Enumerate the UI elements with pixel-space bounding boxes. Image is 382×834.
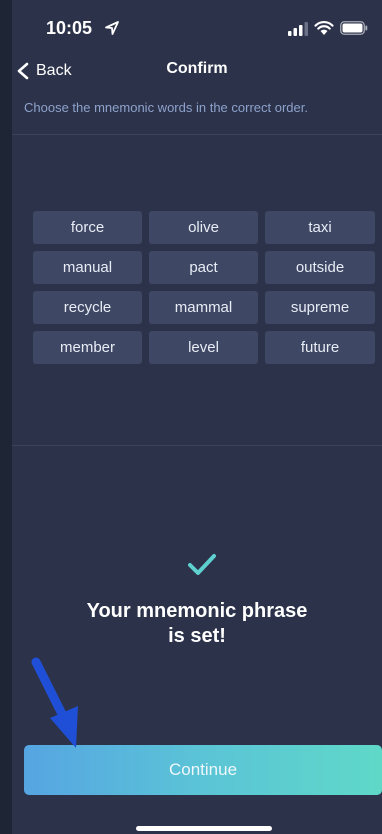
page-title: Confirm <box>166 60 228 77</box>
home-indicator <box>136 826 272 831</box>
word-chip[interactable]: manual <box>33 251 142 284</box>
battery-icon <box>340 21 368 35</box>
word-chip[interactable]: supreme <box>265 291 375 324</box>
word-chip[interactable]: member <box>33 331 142 364</box>
signal-icon <box>288 22 308 36</box>
status-bar: 10:05 <box>12 0 382 54</box>
word-chip[interactable]: outside <box>265 251 375 284</box>
word-chip[interactable]: force <box>33 211 142 244</box>
wifi-icon <box>314 21 334 35</box>
mnemonic-word-grid: force olive taxi manual pact outside rec… <box>33 211 376 364</box>
divider <box>12 134 382 135</box>
annotation-arrow-icon <box>31 657 78 748</box>
word-chip[interactable]: taxi <box>265 211 375 244</box>
word-chip[interactable]: future <box>265 331 375 364</box>
word-chip[interactable]: level <box>149 331 258 364</box>
success-message: Your mnemonic phrase is set! <box>12 599 382 649</box>
success-line-1: Your mnemonic phrase <box>86 600 308 622</box>
word-chip[interactable]: olive <box>149 211 258 244</box>
checkmark-icon <box>188 554 216 575</box>
word-chip[interactable]: pact <box>149 251 258 284</box>
instruction-text: Choose the mnemonic words in the correct… <box>24 100 308 115</box>
continue-button[interactable]: Continue <box>24 745 382 795</box>
word-chip[interactable]: recycle <box>33 291 142 324</box>
location-arrow-icon <box>105 21 119 35</box>
navigation-bar: Back Confirm <box>12 54 382 88</box>
success-line-2: is set! <box>168 625 226 647</box>
word-chip[interactable]: mammal <box>149 291 258 324</box>
divider <box>12 445 382 446</box>
status-time: 10:05 <box>46 18 93 38</box>
